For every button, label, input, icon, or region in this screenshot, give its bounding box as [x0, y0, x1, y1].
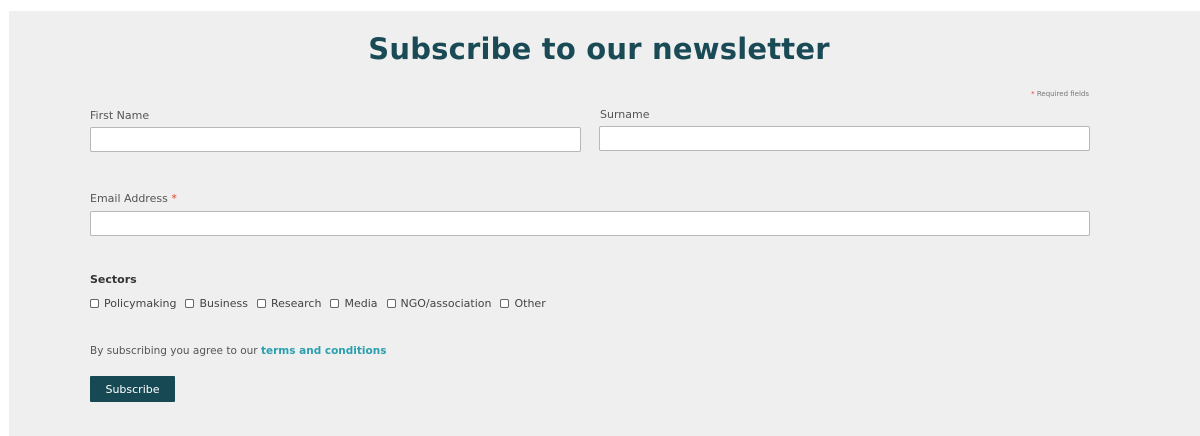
checkbox-icon[interactable] — [386, 299, 396, 308]
email-required-star: * — [171, 192, 177, 205]
checkbox-icon[interactable] — [185, 299, 195, 308]
sector-label: Research — [271, 297, 322, 310]
surname-input[interactable] — [599, 126, 1090, 151]
sector-label: NGO/association — [400, 297, 492, 310]
email-label: Email Address * — [90, 192, 177, 205]
sectors-title: Sectors — [90, 273, 137, 286]
newsletter-panel: Subscribe to our newsletter * Required f… — [9, 11, 1200, 436]
subscribe-button[interactable]: Subscribe — [90, 376, 175, 402]
required-star: * — [1031, 90, 1035, 98]
sector-label: Media — [344, 297, 378, 310]
checkbox-icon[interactable] — [90, 299, 99, 308]
first-name-label: First Name — [90, 109, 150, 122]
required-note-text: Required fields — [1036, 90, 1089, 98]
terms-link[interactable]: terms and conditions — [261, 345, 386, 357]
first-name-input[interactable] — [90, 127, 581, 152]
sector-option-research[interactable]: Research — [257, 297, 321, 310]
checkbox-icon[interactable] — [500, 299, 510, 308]
checkbox-icon[interactable] — [330, 299, 340, 308]
required-fields-note: * Required fields — [1009, 90, 1089, 98]
sector-label: Business — [199, 297, 248, 310]
terms-prefix: By subscribing you agree to our — [90, 345, 258, 357]
checkbox-icon[interactable] — [257, 299, 266, 308]
email-input[interactable] — [90, 211, 1090, 236]
sector-option-business[interactable]: Business — [185, 297, 248, 310]
sectors-checkbox-group: Policymaking Business Research Media NGO… — [90, 297, 555, 310]
sector-label: Policymaking — [104, 297, 177, 310]
email-label-text: Email Address — [90, 192, 168, 205]
sector-option-ngo-association[interactable]: NGO/association — [386, 297, 492, 310]
terms-notice: By subscribing you agree to our terms an… — [90, 345, 386, 357]
sector-option-other[interactable]: Other — [500, 297, 546, 310]
sector-option-policymaking[interactable]: Policymaking — [90, 297, 176, 310]
sector-label: Other — [514, 297, 546, 310]
surname-label: Surname — [600, 108, 650, 121]
newsletter-title: Subscribe to our newsletter — [368, 32, 830, 66]
sector-option-media[interactable]: Media — [330, 297, 378, 310]
